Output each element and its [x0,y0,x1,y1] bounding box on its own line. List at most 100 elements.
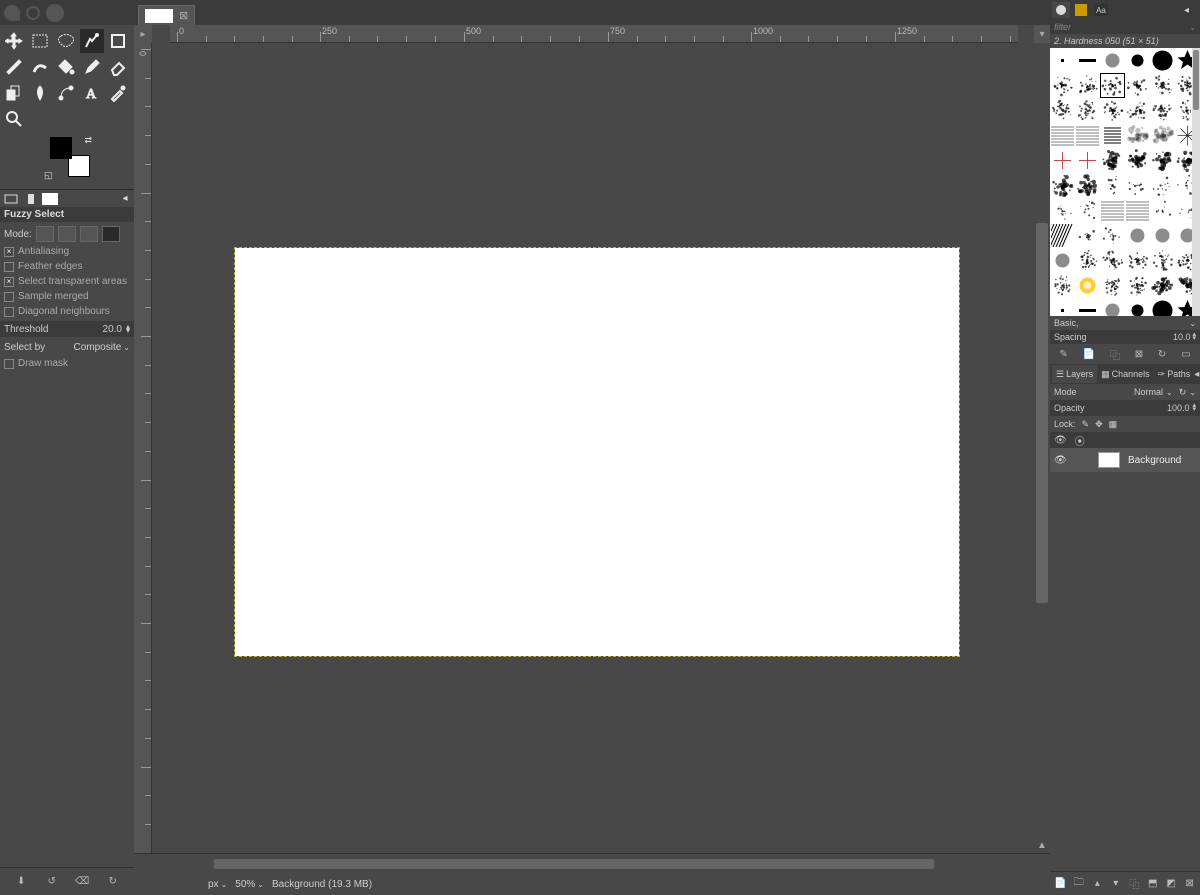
brush-cell[interactable] [1150,98,1175,123]
brush-cell[interactable] [1100,148,1125,173]
move-tool[interactable] [2,29,26,53]
brush-cell[interactable] [1075,223,1100,248]
path-tool[interactable] [54,81,78,105]
brush-cell[interactable] [1150,223,1175,248]
fg-color-tab[interactable] [42,193,58,205]
brush-cell[interactable] [1100,173,1125,198]
sample-merged-option[interactable]: Sample merged [4,289,130,304]
restore-preset-icon[interactable]: ↺ [43,876,61,887]
brush-cell[interactable] [1050,298,1075,316]
brush-grid[interactable] [1050,48,1200,316]
new-brush-icon[interactable]: 📄 [1083,349,1095,360]
mode-intersect[interactable] [102,226,120,242]
brush-cell[interactable] [1075,148,1100,173]
fuzzy-select-tool[interactable] [80,29,104,53]
new-layer-icon[interactable]: 📄 [1054,878,1067,889]
brush-cell[interactable] [1150,48,1175,73]
delete-layer-icon[interactable]: ⊠ [1184,878,1197,889]
brush-cell[interactable] [1125,48,1150,73]
delete-preset-icon[interactable]: ⌫ [73,876,91,887]
layer-thumb[interactable] [1098,452,1120,468]
brush-cell[interactable] [1125,298,1150,316]
brush-cell[interactable] [1050,123,1075,148]
horizontal-scrollbar[interactable] [154,857,1032,871]
horizontal-ruler[interactable]: 025050075010001250150017502000 [170,25,1018,43]
antialiasing-option[interactable]: ×Antialiasing [4,244,130,259]
brush-tags[interactable]: Basic,⌄ [1050,316,1200,330]
brush-cell[interactable] [1075,298,1100,316]
ruler-menu-icon[interactable]: ▾ [1034,25,1050,43]
transform-tool[interactable] [2,55,26,79]
bucket-fill-tool[interactable] [54,55,78,79]
draw-mask-option[interactable]: Draw mask [4,356,130,371]
threshold-slider[interactable]: Threshold 20.0 ▴▾ [0,321,134,337]
layer-mode-dropdown[interactable]: Mode Normal ⌄ ↻ ⌄ [1050,384,1200,400]
text-tool[interactable]: A [80,81,104,105]
brush-cell[interactable] [1050,198,1075,223]
brush-cell[interactable] [1050,73,1075,98]
brush-cell[interactable] [1100,98,1125,123]
delete-brush-icon[interactable]: ⊠ [1135,349,1143,360]
layer-visibility-icon[interactable]: 👁 [1054,455,1068,466]
brush-cell[interactable] [1100,48,1125,73]
lock-position-icon[interactable]: ✥ [1095,419,1103,430]
brush-cell[interactable] [1100,73,1125,98]
brushes-tab[interactable] [1052,2,1070,18]
mask-icon[interactable]: ◩ [1165,878,1178,889]
brush-cell[interactable] [1125,123,1150,148]
lock-alpha-icon[interactable]: ▦ [1109,419,1118,430]
brush-cell[interactable] [1150,273,1175,298]
brush-cell[interactable] [1125,273,1150,298]
open-as-image-icon[interactable]: ▭ [1181,349,1190,360]
clone-tool[interactable] [2,81,26,105]
fonts-tab[interactable]: Aa [1092,2,1110,18]
brush-cell[interactable] [1150,173,1175,198]
layer-name[interactable]: Background [1128,455,1181,466]
brush-cell[interactable] [1075,48,1100,73]
select-transparent-option[interactable]: ×Select transparent areas [4,274,130,289]
duplicate-layer-icon[interactable]: ⿻ [1128,876,1141,891]
brush-cell[interactable] [1150,198,1175,223]
brush-cell[interactable] [1050,248,1075,273]
rect-select-tool[interactable] [28,29,52,53]
threshold-spinner[interactable]: ▴▾ [126,325,130,333]
brush-spacing-slider[interactable]: Spacing 10.0 ▴▾ [1050,330,1200,344]
paintbrush-tool[interactable] [80,55,104,79]
brush-cell[interactable] [1125,198,1150,223]
configure-tab-icon[interactable]: ◂ [1184,5,1198,16]
ruler-origin[interactable]: ▸ [134,25,152,43]
configure-tab-icon[interactable]: ◂ [1194,369,1199,380]
brush-cell[interactable] [1075,173,1100,198]
mode-switch-icon[interactable]: ↻ [1179,387,1187,398]
paths-tab[interactable]: ✑Paths [1154,365,1195,383]
brush-cell[interactable] [1125,98,1150,123]
zoom-dropdown[interactable]: 50%⌄ [235,879,264,890]
merge-down-icon[interactable]: ⬒ [1147,878,1160,889]
new-group-icon[interactable]: 🗀 [1073,875,1086,892]
brush-cell[interactable] [1075,123,1100,148]
brush-cell[interactable] [1125,223,1150,248]
brush-cell[interactable] [1150,298,1175,316]
brush-grid-scrollbar[interactable] [1192,48,1200,316]
navigation-icon[interactable]: ▲ [1034,837,1050,853]
save-preset-icon[interactable]: ⬇ [12,876,30,887]
units-dropdown[interactable]: px⌄ [208,879,227,890]
patterns-tab[interactable] [1072,2,1090,18]
device-status-tab[interactable] [22,192,40,206]
fg-color-swatch[interactable] [50,137,72,159]
swap-colors-icon[interactable]: ⇄ [84,135,92,146]
fg-bg-colors[interactable]: ⇄ ◱ [50,137,90,177]
brush-cell[interactable] [1125,173,1150,198]
canvas[interactable] [235,248,959,656]
brush-cell[interactable] [1075,73,1100,98]
brush-cell[interactable] [1050,98,1075,123]
raise-layer-icon[interactable]: ▴ [1091,878,1104,889]
brush-cell[interactable] [1050,148,1075,173]
spacing-spinner[interactable]: ▴▾ [1192,333,1196,341]
mode-subtract[interactable] [80,226,98,242]
brush-cell[interactable] [1150,248,1175,273]
brush-cell[interactable] [1075,98,1100,123]
default-colors-icon[interactable]: ◱ [44,170,53,181]
brush-cell[interactable] [1075,248,1100,273]
smudge-tool[interactable] [28,81,52,105]
